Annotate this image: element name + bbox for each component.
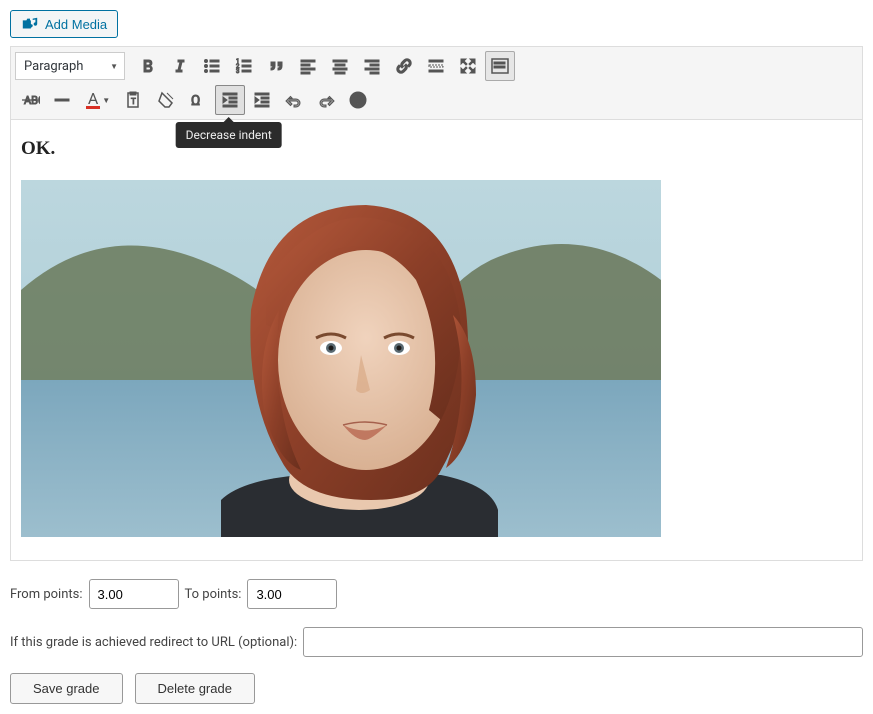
to-points-input[interactable] xyxy=(247,579,337,609)
text-color-a-icon: A xyxy=(86,92,100,109)
italic-button[interactable] xyxy=(165,51,195,81)
editor-heading-text: OK. xyxy=(21,138,852,160)
points-row: From points: To points: xyxy=(10,579,863,609)
clear-formatting-button[interactable] xyxy=(151,85,181,115)
format-select[interactable]: Paragraph xyxy=(15,52,125,80)
link-button[interactable] xyxy=(389,51,419,81)
align-right-button[interactable] xyxy=(357,51,387,81)
from-points-label: From points: xyxy=(10,587,83,602)
align-left-button[interactable] xyxy=(293,51,323,81)
strikethrough-button[interactable]: ABC xyxy=(15,85,45,115)
svg-text:Ω: Ω xyxy=(191,93,200,109)
add-media-button[interactable]: Add Media xyxy=(10,10,118,38)
bullet-list-button[interactable] xyxy=(197,51,227,81)
increase-indent-button[interactable] xyxy=(247,85,277,115)
undo-button[interactable] xyxy=(279,85,309,115)
toolbar-row-1: Paragraph 123 xyxy=(15,49,858,83)
redirect-row: If this grade is achieved redirect to UR… xyxy=(10,627,863,657)
svg-text:T: T xyxy=(131,97,136,106)
read-more-button[interactable] xyxy=(421,51,451,81)
content-image[interactable] xyxy=(21,180,661,537)
to-points-label: To points: xyxy=(185,587,242,602)
save-grade-button[interactable]: Save grade xyxy=(10,673,123,704)
editor-content-area[interactable]: OK. xyxy=(11,120,862,560)
redirect-label: If this grade is achieved redirect to UR… xyxy=(10,635,297,650)
horizontal-rule-button[interactable] xyxy=(47,85,77,115)
from-points-input[interactable] xyxy=(89,579,179,609)
blockquote-button[interactable] xyxy=(261,51,291,81)
delete-grade-button[interactable]: Delete grade xyxy=(135,673,255,704)
help-button[interactable]: ? xyxy=(343,85,373,115)
toolbar-row-2: ABC A ▼ T Ω Decrease indent ? xyxy=(15,83,858,117)
special-character-button[interactable]: Ω xyxy=(183,85,213,115)
editor-container: Paragraph 123 ABC A ▼ T Ω xyxy=(10,46,863,561)
svg-text:3: 3 xyxy=(236,68,239,75)
redirect-url-input[interactable] xyxy=(303,627,863,657)
camera-music-icon xyxy=(21,15,39,33)
button-row: Save grade Delete grade xyxy=(10,673,863,704)
format-select-value: Paragraph xyxy=(24,59,83,74)
toolbar-toggle-button[interactable] xyxy=(485,51,515,81)
decrease-indent-button[interactable]: Decrease indent xyxy=(215,85,245,115)
editor-toolbar: Paragraph 123 ABC A ▼ T Ω xyxy=(11,47,862,120)
align-center-button[interactable] xyxy=(325,51,355,81)
tooltip-decrease-indent: Decrease indent xyxy=(176,122,282,148)
bold-button[interactable] xyxy=(133,51,163,81)
text-color-button[interactable]: A ▼ xyxy=(79,85,117,115)
chevron-down-icon: ▼ xyxy=(102,96,110,105)
redo-button[interactable] xyxy=(311,85,341,115)
fullscreen-button[interactable] xyxy=(453,51,483,81)
paste-text-button[interactable]: T xyxy=(119,85,149,115)
numbered-list-button[interactable]: 123 xyxy=(229,51,259,81)
add-media-label: Add Media xyxy=(45,17,107,32)
svg-text:?: ? xyxy=(355,94,360,107)
